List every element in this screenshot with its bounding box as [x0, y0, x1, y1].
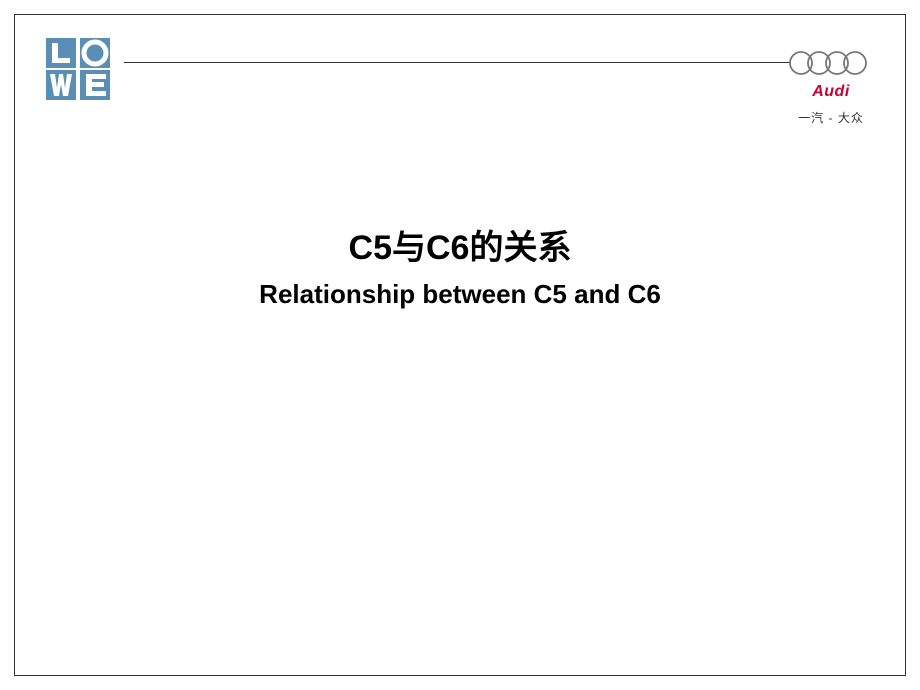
faw-vw-label: 一汽 - 大众 — [786, 109, 876, 126]
audi-rings-icon — [786, 50, 876, 76]
title-chinese: C5与C6的关系 — [0, 220, 920, 269]
title-english: Relationship between C5 and C6 — [0, 279, 920, 310]
slide-frame — [14, 14, 906, 676]
slide-title-block: C5与C6的关系 Relationship between C5 and C6 — [0, 220, 920, 310]
audi-logo-block: Audi 一汽 - 大众 — [786, 50, 876, 126]
audi-brand-label: Audi — [786, 83, 876, 101]
header-divider — [124, 62, 790, 63]
lowe-logo — [46, 38, 110, 100]
